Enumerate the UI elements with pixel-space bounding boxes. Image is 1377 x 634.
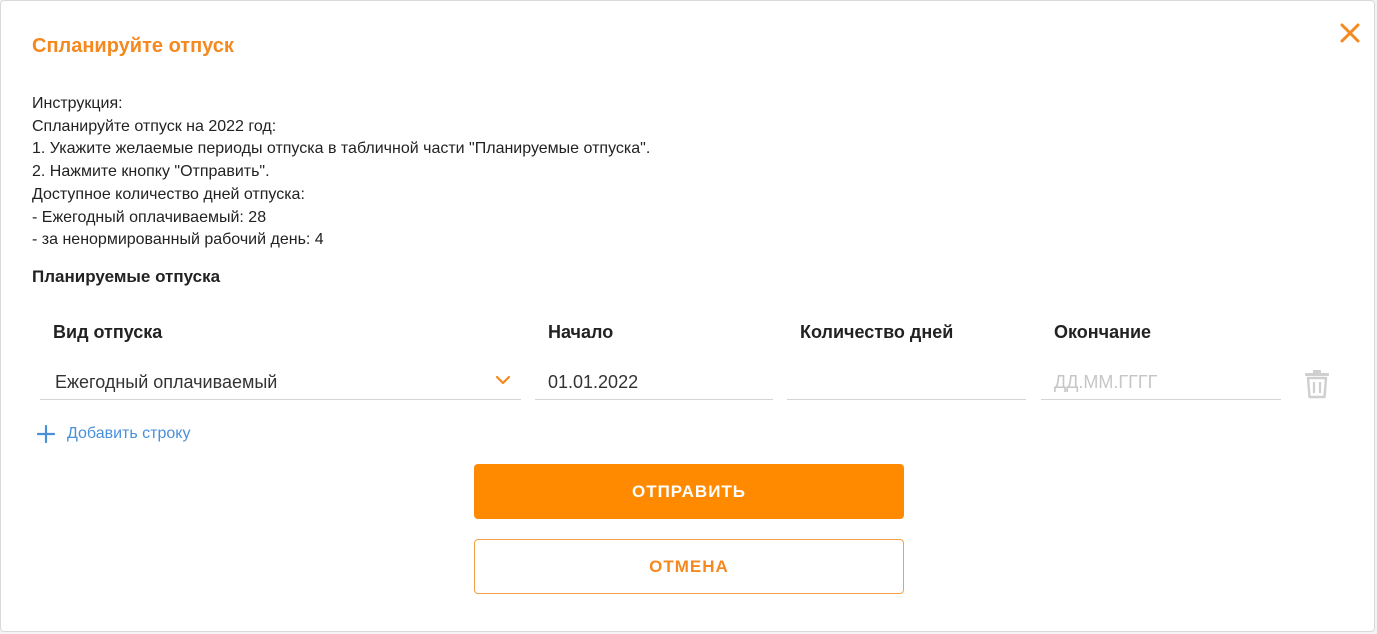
instruction-line: 2. Нажмите кнопку "Отправить". [32,163,270,181]
column-header-vacation-type: Вид отпуска [53,322,163,342]
start-date-value: 01.01.2022 [548,372,639,392]
column-header-start: Начало [548,322,614,342]
instruction-line: Спланируйте отпуск на 2022 год: [32,117,277,135]
start-date-field[interactable]: 01.01.2022 [535,363,773,400]
end-date-placeholder: ДД.ММ.ГГГГ [1054,372,1158,392]
add-row-link[interactable]: Добавить строку [36,422,191,446]
vacation-type-value: Ежегодный оплачиваемый [55,372,278,392]
instruction-line: - за ненормированный рабочий день: 4 [32,231,324,249]
instructions-text: Инструкция: Спланируйте отпуск на 2022 г… [32,93,650,252]
instruction-line: Доступное количество дней отпуска: [32,185,305,203]
end-date-field[interactable]: ДД.ММ.ГГГГ [1041,363,1281,400]
column-header-days: Количество дней [800,322,954,342]
column-header-end: Окончание [1054,322,1152,342]
instruction-line: 1. Укажите желаемые периоды отпуска в та… [32,140,651,158]
vacation-dialog: Спланируйте отпуск Инструкция: Спланируй… [0,0,1375,632]
planned-vacations-title: Планируемые отпуска [32,267,221,286]
submit-button[interactable]: ОТПРАВИТЬ [474,464,904,519]
days-count-field[interactable] [787,363,1026,400]
chevron-down-icon [495,372,511,388]
dialog-title: Спланируйте отпуск [32,35,234,57]
trash-icon[interactable] [1303,369,1331,399]
instruction-line: - Ежегодный оплачиваемый: 28 [32,208,267,226]
add-row-label: Добавить строку [67,425,191,442]
plus-icon [36,424,56,444]
instruction-line: Инструкция: [32,95,123,112]
vacation-type-select[interactable]: Ежегодный оплачиваемый [40,363,521,400]
cancel-button[interactable]: ОТМЕНА [474,539,904,594]
close-icon[interactable] [1338,21,1362,45]
